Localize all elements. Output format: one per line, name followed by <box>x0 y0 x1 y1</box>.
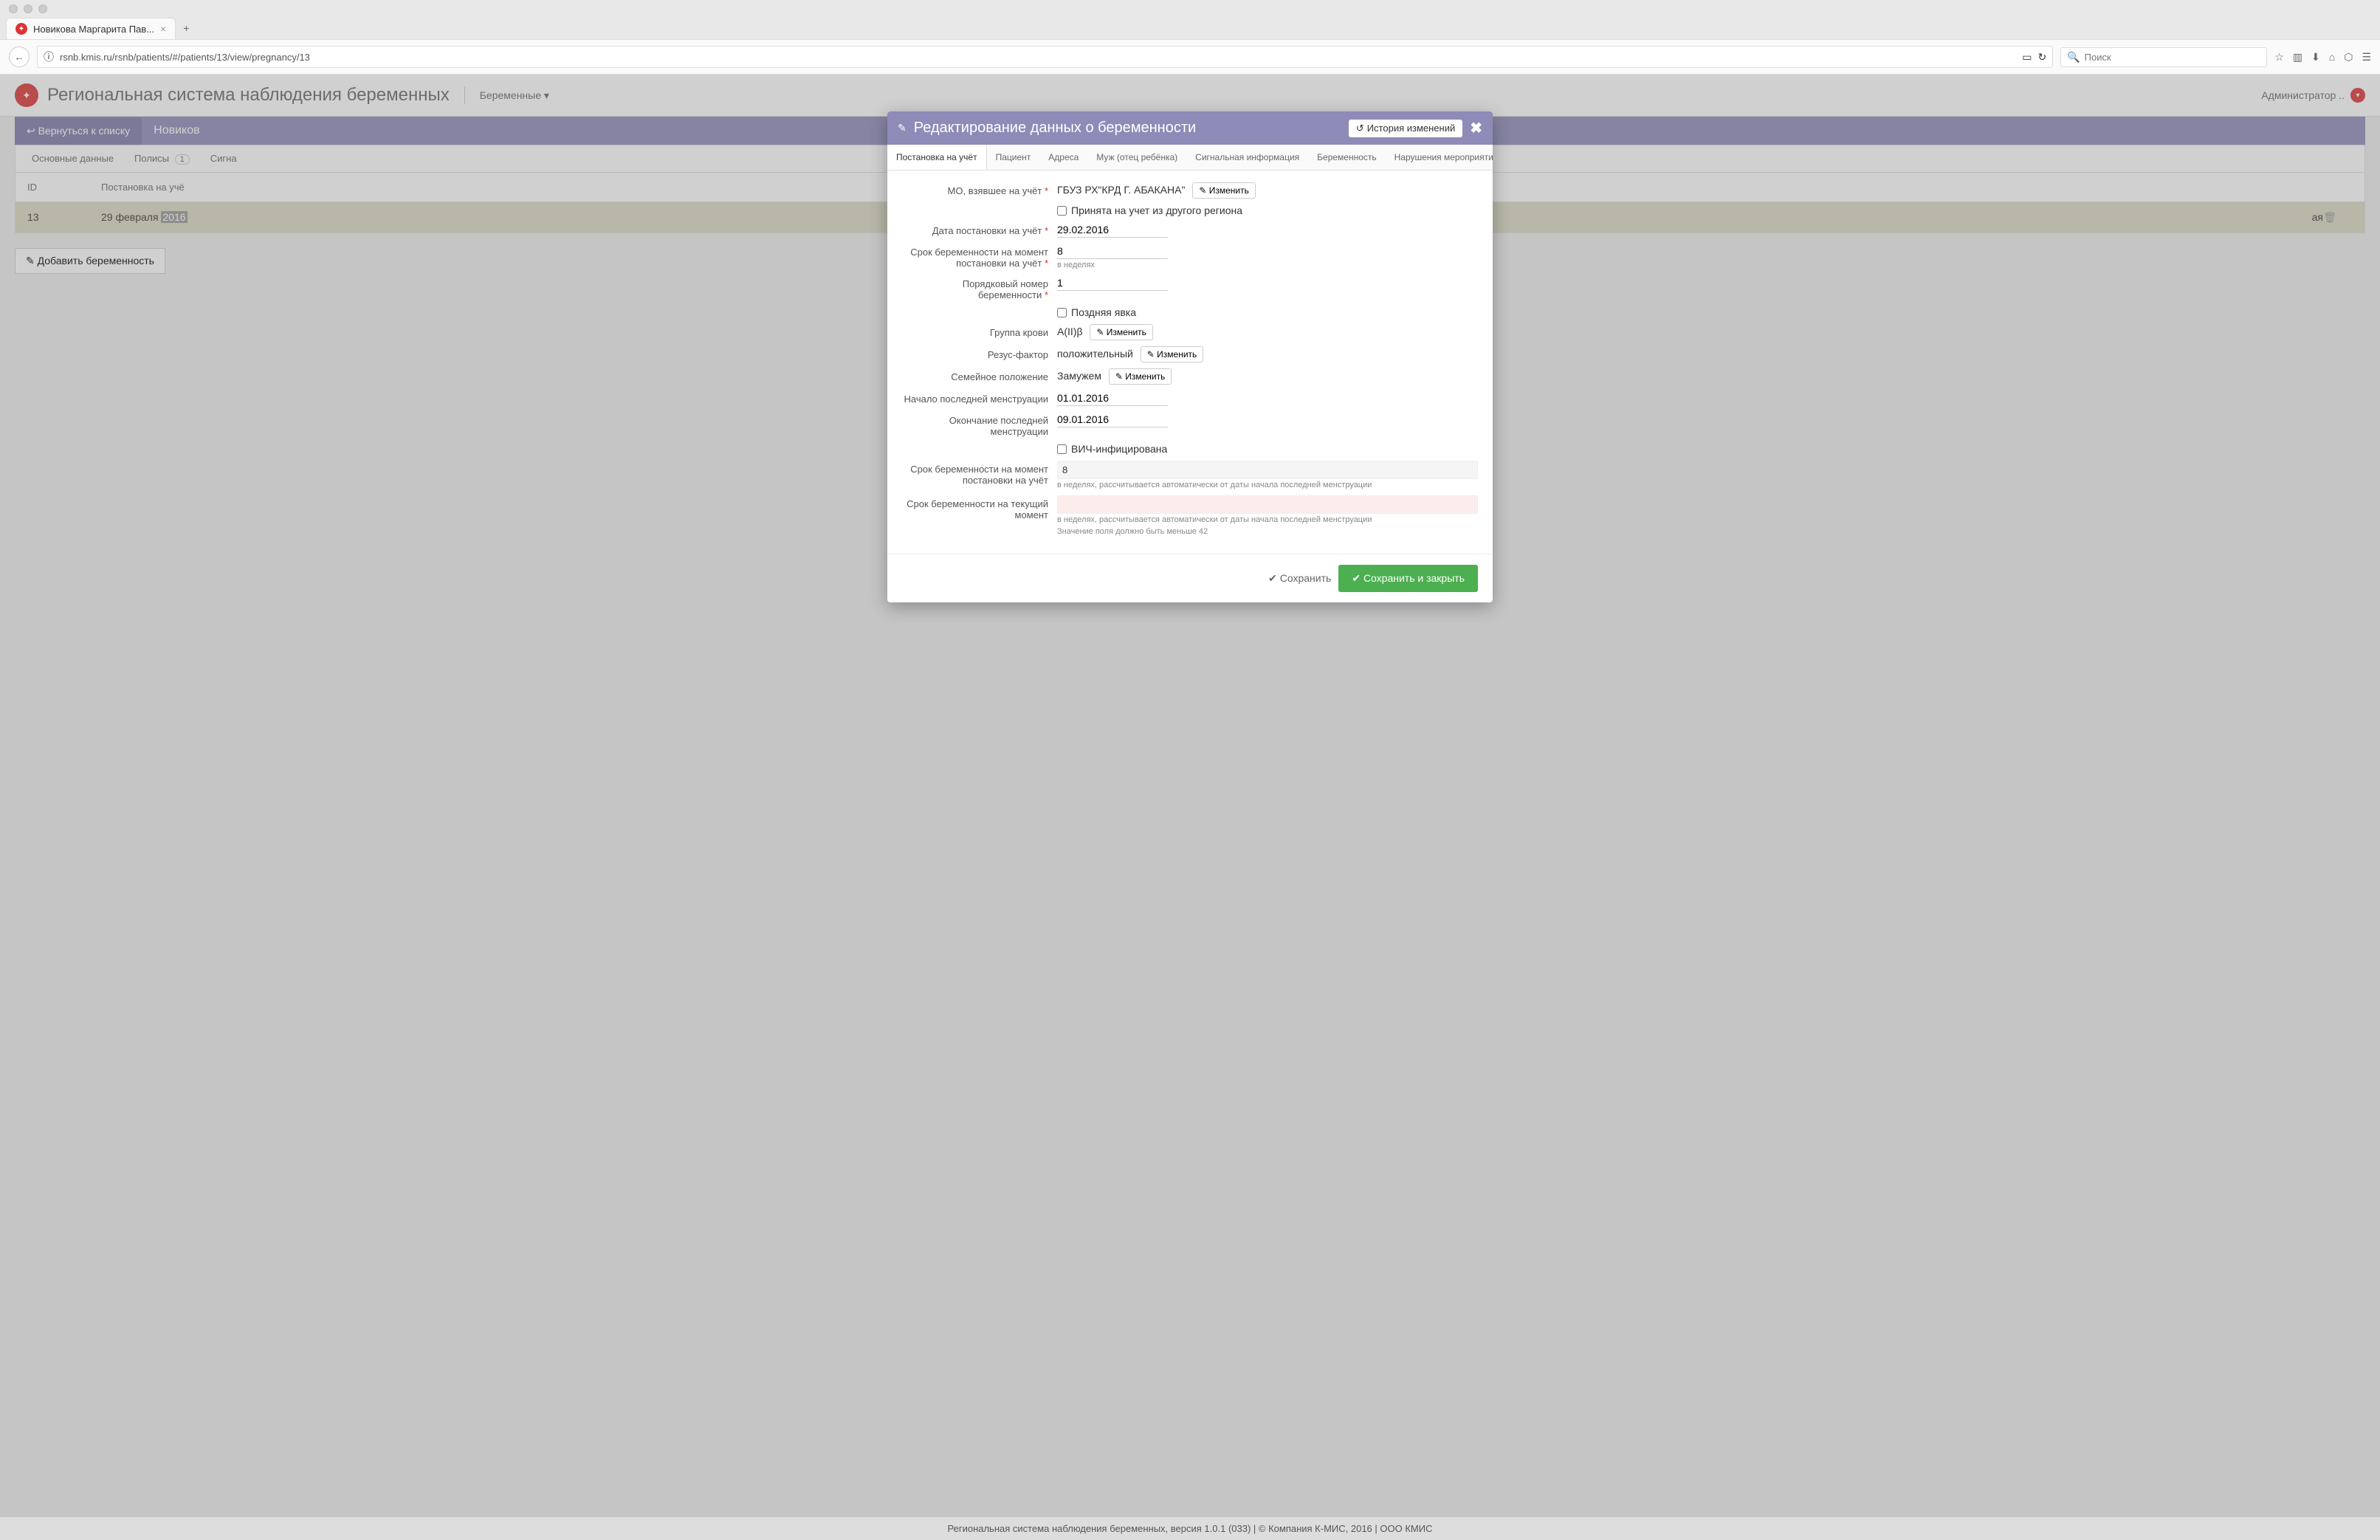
modal-title: Редактирование данных о беременности <box>914 120 1341 137</box>
search-bar[interactable]: 🔍 <box>2060 47 2267 67</box>
pencil-icon: ✎ <box>898 122 907 134</box>
check-icon: ✔ <box>1352 572 1361 584</box>
tab-title: Новикова Маргарита Пав... <box>33 24 154 35</box>
blood-change-button[interactable]: ✎ Изменить <box>1090 324 1153 340</box>
rh-value: положительный <box>1057 348 1133 360</box>
modal-tab-violations[interactable]: Нарушения мероприятий <box>1386 145 1493 170</box>
url-text: rsnb.kmis.ru/rsnb/patients/#/patients/13… <box>60 52 2016 63</box>
term-reg-input[interactable] <box>1057 244 1168 259</box>
modal-tab-husband[interactable]: Муж (отец ребёнка) <box>1087 145 1186 170</box>
term-now-readonly <box>1057 495 1478 514</box>
rh-change-button[interactable]: ✎ Изменить <box>1141 346 1204 362</box>
late-checkbox[interactable] <box>1057 308 1067 317</box>
check-icon: ✔ <box>1268 572 1277 584</box>
info-icon[interactable]: ⓘ <box>44 49 54 64</box>
save-close-button[interactable]: ✔ Сохранить и закрыть <box>1338 565 1478 592</box>
traffic-light-max[interactable] <box>38 4 47 13</box>
bookmark-icon[interactable]: ☆ <box>2274 51 2284 63</box>
browser-tab[interactable]: ✦ Новикова Маргарита Пав... × <box>6 18 176 39</box>
auto-help-1: в неделях, рассчитывается автоматически … <box>1057 481 1478 489</box>
history-label: История изменений <box>1367 123 1456 134</box>
menst-start-input[interactable] <box>1057 391 1168 406</box>
term-reg-label: Срок беременности на момент постановки н… <box>902 244 1057 269</box>
pocket-icon[interactable]: ⬡ <box>2344 51 2353 63</box>
modal-tab-addresses[interactable]: Адреса <box>1039 145 1087 170</box>
menst-start-label: Начало последней менструации <box>902 391 1057 405</box>
org-label: МО, взявшее на учёт <box>902 182 1057 196</box>
search-input[interactable] <box>2085 52 2261 63</box>
modal-tabs: Постановка на учёт Пациент Адреса Муж (о… <box>887 145 1493 171</box>
close-icon[interactable]: ✖ <box>1470 119 1482 137</box>
modal-tab-registration[interactable]: Постановка на учёт <box>887 145 987 170</box>
blood-value: A(II)β <box>1057 326 1083 337</box>
term-now-error: Значение поля должно быть меньше 42 <box>1057 527 1478 536</box>
edit-pregnancy-modal: ✎ Редактирование данных о беременности ↺… <box>887 111 1493 602</box>
term-now-label: Срок беременности на текущий момент <box>902 495 1057 520</box>
hiv-label: ВИЧ-инфицирована <box>1071 443 1167 455</box>
late-label: Поздняя явка <box>1071 306 1136 318</box>
url-bar[interactable]: ⓘ rsnb.kmis.ru/rsnb/patients/#/patients/… <box>37 46 2053 68</box>
reg-date-label: Дата постановки на учёт <box>902 222 1057 236</box>
reader-icon[interactable]: ▭ <box>2022 51 2032 63</box>
term-reg2-readonly: 8 <box>1057 461 1478 479</box>
marital-change-button[interactable]: ✎ Изменить <box>1109 368 1172 385</box>
modal-tab-patient[interactable]: Пациент <box>987 145 1040 170</box>
page-footer: Региональная система наблюдения беременн… <box>0 1517 2380 1540</box>
modal-overlay: ✎ Редактирование данных о беременности ↺… <box>0 75 2380 1533</box>
menst-end-label: Окончание последней менструации <box>902 412 1057 437</box>
history-icon: ↺ <box>1356 123 1364 134</box>
marital-value: Замужем <box>1057 370 1101 382</box>
save-label: Сохранить <box>1280 572 1332 584</box>
traffic-light-close[interactable] <box>9 4 18 13</box>
download-icon[interactable]: ⬇ <box>2311 51 2320 63</box>
menu-icon[interactable]: ☰ <box>2362 51 2371 63</box>
preg-num-input[interactable] <box>1057 275 1168 291</box>
reg-date-input[interactable] <box>1057 222 1168 238</box>
history-button[interactable]: ↺ История изменений <box>1349 120 1462 137</box>
rh-label: Резус-фактор <box>902 346 1057 360</box>
change-label: Изменить <box>1125 371 1165 382</box>
change-label: Изменить <box>1209 185 1249 196</box>
hiv-checkbox[interactable] <box>1057 444 1067 454</box>
term-reg2-label: Срок беременности на момент постановки н… <box>902 461 1057 486</box>
change-label: Изменить <box>1107 327 1146 337</box>
home-icon[interactable]: ⌂ <box>2329 51 2335 63</box>
other-region-checkbox[interactable] <box>1057 206 1067 216</box>
other-region-label: Принята на учет из другого региона <box>1071 204 1242 216</box>
library-icon[interactable]: ▥ <box>2293 51 2302 63</box>
marital-label: Семейное положение <box>902 368 1057 382</box>
favicon-icon: ✦ <box>16 23 27 35</box>
new-tab-button[interactable]: + <box>176 18 196 39</box>
search-icon: 🔍 <box>2067 51 2080 63</box>
menst-end-input[interactable] <box>1057 412 1168 427</box>
save-close-label: Сохранить и закрыть <box>1363 572 1465 584</box>
org-change-button[interactable]: ✎ Изменить <box>1192 182 1256 199</box>
weeks-help: в неделях <box>1057 261 1478 269</box>
modal-tab-pregnancy[interactable]: Беременность <box>1308 145 1386 170</box>
back-button[interactable]: ← <box>9 47 30 67</box>
window-controls <box>0 0 2380 18</box>
preg-num-label: Порядковый номер беременности <box>902 275 1057 300</box>
change-label: Изменить <box>1157 349 1197 360</box>
traffic-light-min[interactable] <box>24 4 32 13</box>
tab-close-icon[interactable]: × <box>160 23 166 35</box>
reload-icon[interactable]: ↻ <box>2037 51 2046 63</box>
modal-tab-signal[interactable]: Сигнальная информация <box>1186 145 1308 170</box>
save-button[interactable]: ✔ Сохранить <box>1268 565 1331 592</box>
org-value: ГБУЗ РХ"КРД Г. АБАКАНА" <box>1057 184 1185 196</box>
blood-label: Группа крови <box>902 324 1057 338</box>
auto-help-2: в неделях, рассчитывается автоматически … <box>1057 515 1478 524</box>
